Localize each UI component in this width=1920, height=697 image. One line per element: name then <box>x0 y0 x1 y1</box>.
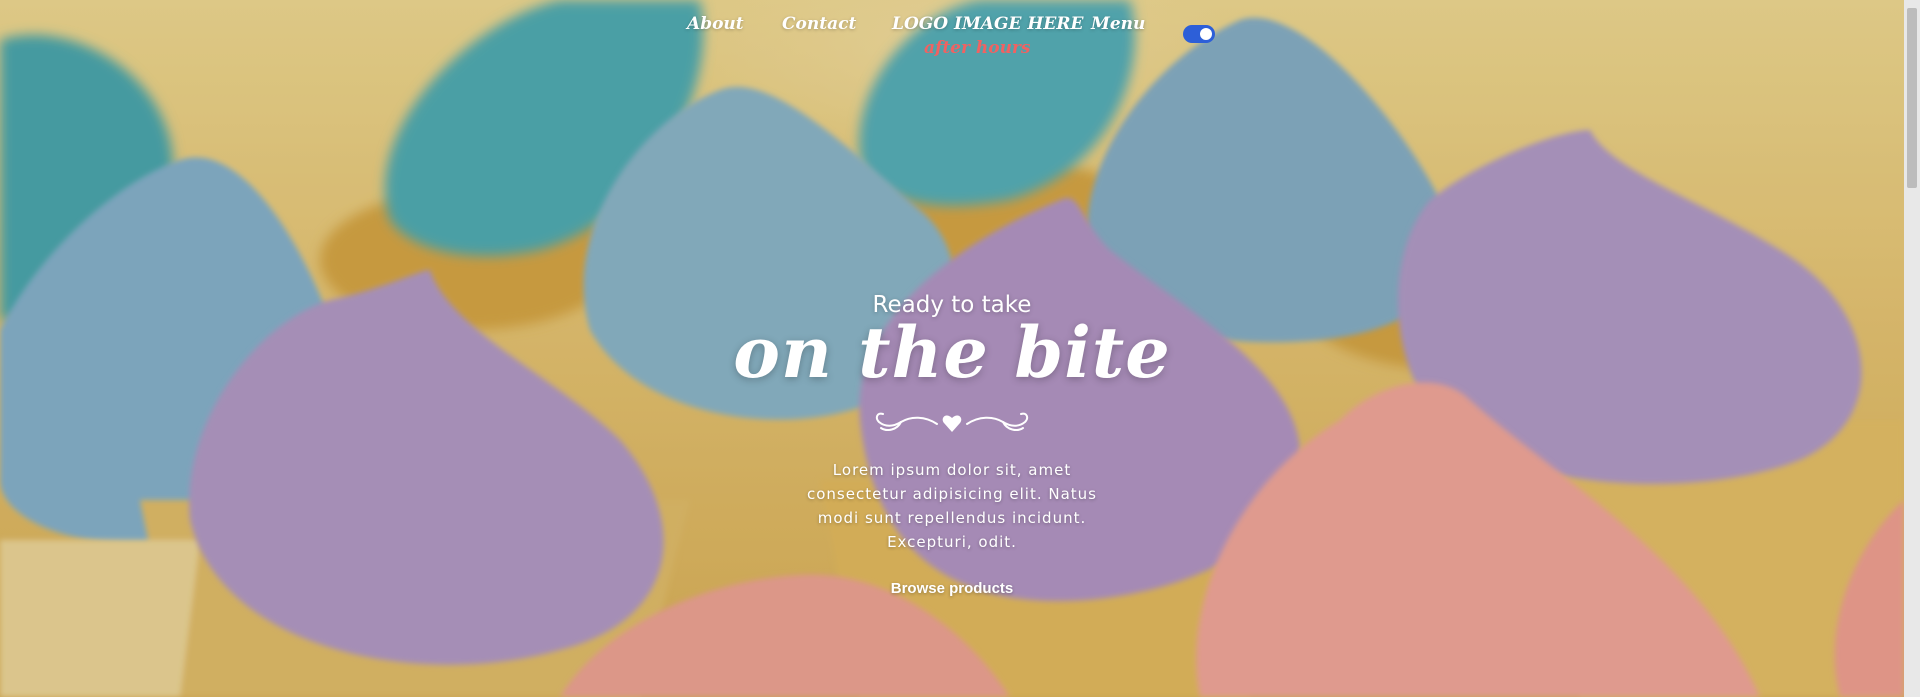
nav-contact-link[interactable]: Contact <box>782 14 856 34</box>
vertical-scrollbar[interactable] <box>1904 0 1920 697</box>
heart-flourish-icon <box>875 412 1029 432</box>
theme-toggle[interactable] <box>1183 25 1215 43</box>
scrollbar-thumb[interactable] <box>1907 8 1917 188</box>
hero-description: Lorem ipsum dolor sit, amet consectetur … <box>806 461 1097 551</box>
nav-about-link[interactable]: About <box>687 14 744 34</box>
logo-tagline: after hours <box>924 38 1031 58</box>
hero-content: Ready to take on the bite Lorem ipsum do… <box>652 290 1252 597</box>
toggle-knob <box>1200 28 1212 40</box>
browse-products-button[interactable]: Browse products <box>891 580 1014 597</box>
page: About Contact LOGO IMAGE HERE after hour… <box>0 0 1920 697</box>
hero-title: on the bite <box>733 311 1171 394</box>
nav-menu-link[interactable]: Menu <box>1091 14 1145 34</box>
nav-logo-link[interactable]: LOGO IMAGE HERE <box>892 14 1083 34</box>
top-navigation: About Contact LOGO IMAGE HERE after hour… <box>0 12 1904 58</box>
